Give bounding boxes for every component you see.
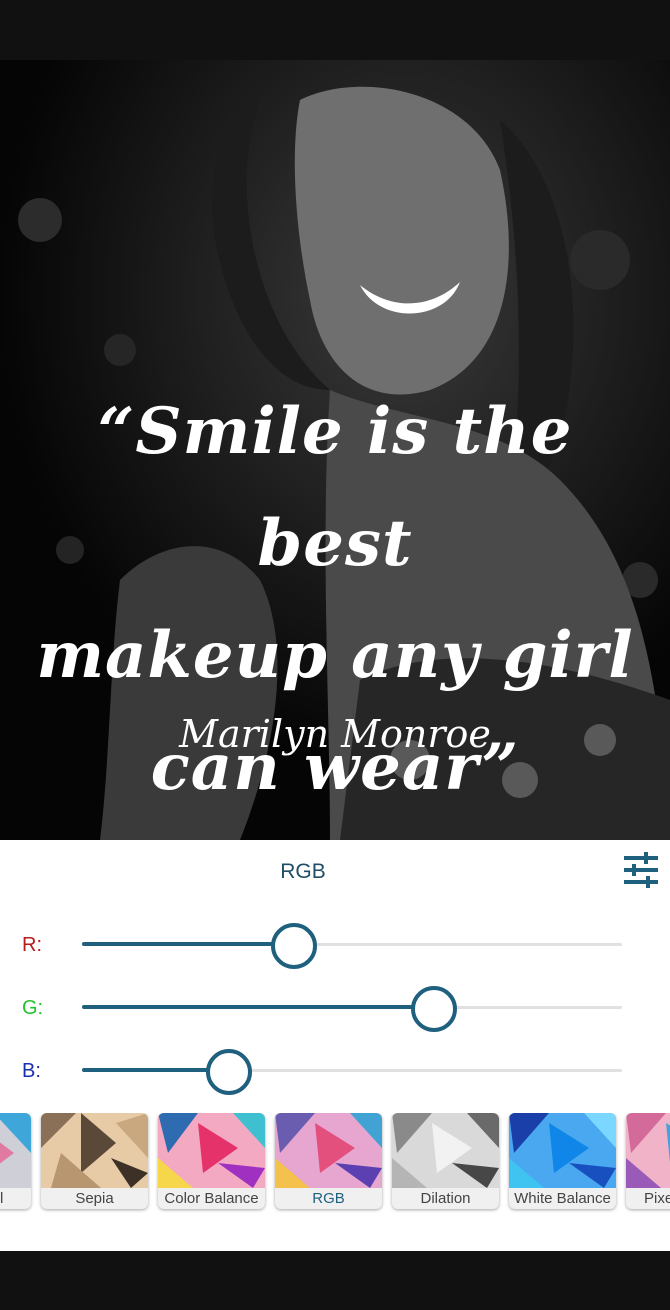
slider-fill xyxy=(82,1005,433,1009)
filter-label: White Balance xyxy=(514,1190,611,1207)
filter-rgb[interactable]: RGB xyxy=(275,1113,382,1209)
red-slider[interactable] xyxy=(82,923,622,969)
quote-line: makeup any girl xyxy=(36,618,634,693)
panel-title: RGB xyxy=(280,860,326,883)
slider-thumb[interactable] xyxy=(411,986,457,1032)
photo-preview: “Smile is the best makeup any girl can w… xyxy=(0,60,670,840)
filter-original[interactable]: Original xyxy=(0,1113,31,1209)
blue-slider[interactable] xyxy=(82,1049,622,1095)
slider-label-b: B: xyxy=(22,1060,41,1082)
filter-color-balance[interactable]: Color Balance xyxy=(158,1113,265,1209)
filter-thumbnail xyxy=(275,1113,382,1188)
slider-label-r: R: xyxy=(22,934,42,956)
adjust-settings-button[interactable] xyxy=(620,852,662,888)
filter-thumbnail xyxy=(41,1113,148,1188)
filter-thumbnail xyxy=(158,1113,265,1188)
filter-label: Color Balance xyxy=(164,1190,259,1207)
filter-strip: Original Sepia Color Balance xyxy=(0,1113,670,1213)
slider-label-g: G: xyxy=(22,997,44,1019)
filter-thumbnail xyxy=(509,1113,616,1188)
green-slider[interactable] xyxy=(82,986,622,1032)
filter-dilation[interactable]: Dilation xyxy=(392,1113,499,1209)
navigation-bar xyxy=(0,1251,670,1310)
sliders-icon xyxy=(624,852,658,888)
status-bar xyxy=(0,0,670,60)
filter-thumbnail xyxy=(626,1113,670,1188)
filter-label: Original xyxy=(0,1190,4,1207)
filter-label: Dilation xyxy=(420,1190,471,1207)
quote-author: Marilyn Monroe xyxy=(179,712,491,756)
filter-sepia[interactable]: Sepia xyxy=(41,1113,148,1209)
filter-label: RGB xyxy=(312,1190,345,1207)
quote-line: “Smile is the best xyxy=(97,394,573,581)
slider-thumb[interactable] xyxy=(271,923,317,969)
filter-thumbnail xyxy=(0,1113,31,1188)
filter-thumbnail xyxy=(392,1113,499,1188)
slider-fill xyxy=(82,942,293,946)
quote-text: “Smile is the best makeup any girl can w… xyxy=(30,376,640,824)
filter-white-balance[interactable]: White Balance xyxy=(509,1113,616,1209)
filter-label: Pixelate xyxy=(644,1190,670,1207)
filter-label: Sepia xyxy=(75,1190,114,1207)
filter-pixelate[interactable]: Pixelate xyxy=(626,1113,670,1209)
adjustment-panel: RGB R: G: B: l Sepia Color Balance RGB D… xyxy=(0,840,670,1251)
slider-thumb[interactable] xyxy=(206,1049,252,1095)
